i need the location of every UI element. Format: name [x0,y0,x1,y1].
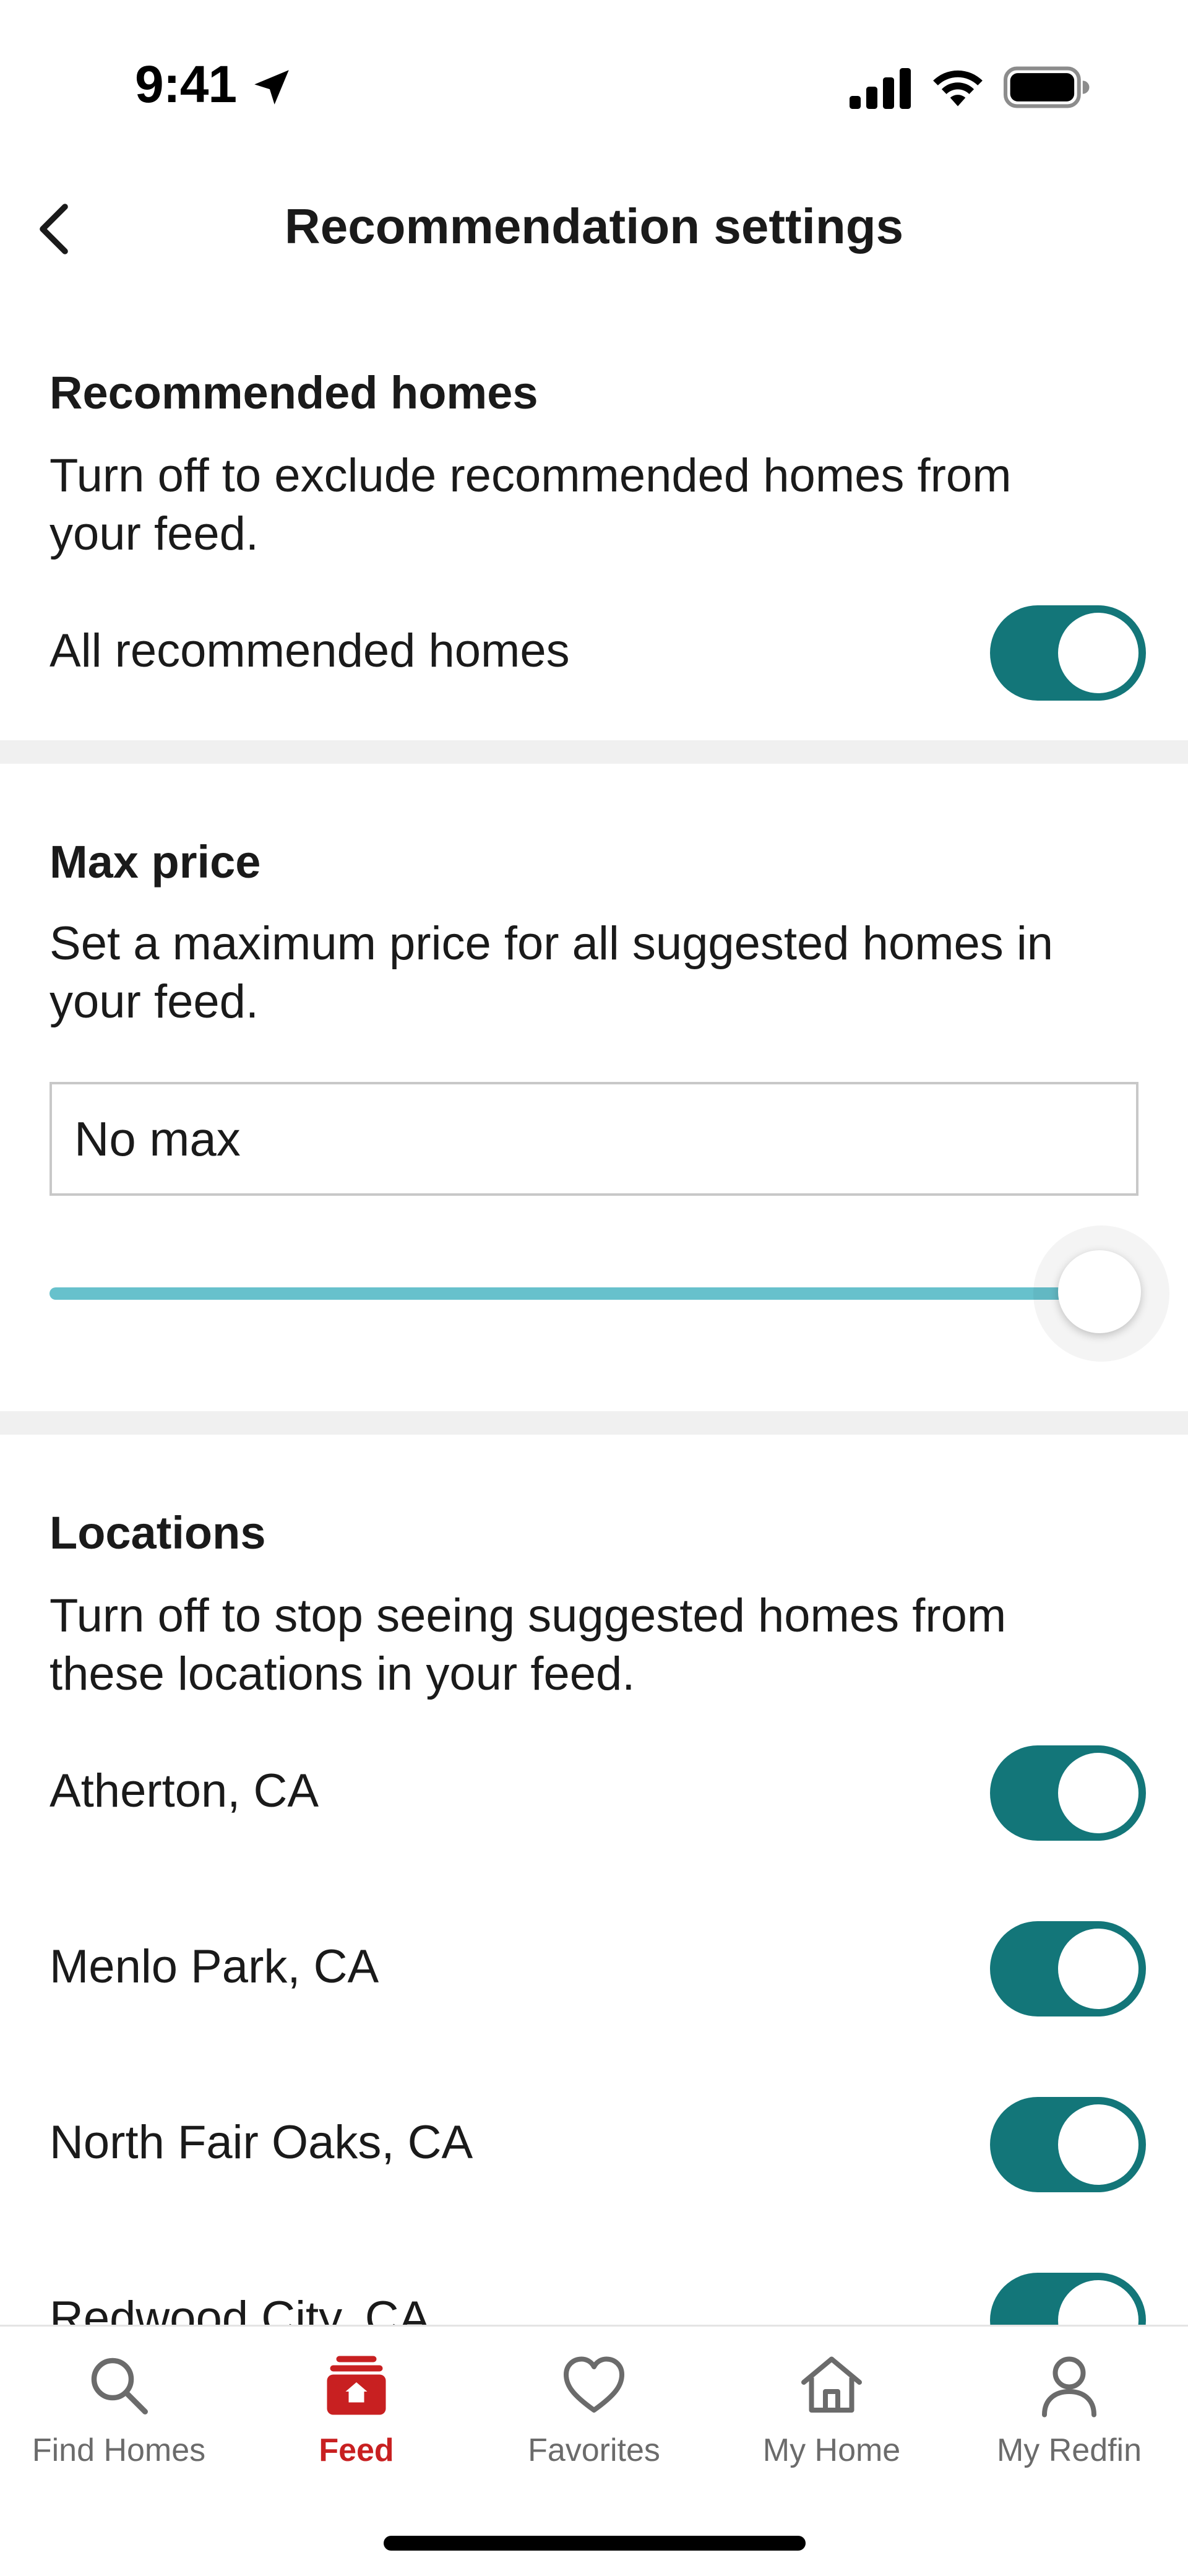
location-toggle-north-fair-oaks[interactable] [990,2097,1146,2192]
status-time: 9:41 [135,55,237,113]
toggle-knob [1058,2104,1138,2185]
toggle-knob [1058,613,1138,693]
wifi-icon [933,70,983,106]
status-bar: 9:41 [0,0,1188,161]
location-label: Atherton, CA [50,1765,319,1817]
heart-icon [564,2356,624,2413]
toggle-knob [1058,1929,1138,2009]
toggle-knob [1058,1753,1138,1833]
max-price-input[interactable] [50,1082,1138,1196]
recommended-homes-heading: Recommended homes [50,367,538,418]
page-title: Recommendation settings [284,199,904,254]
max-price-description: Set a maximum price for all suggested ho… [50,917,1054,1028]
location-label: Menlo Park, CA [50,1940,379,1993]
location-toggle-menlo-park[interactable] [990,1921,1146,2016]
tab-find-homes[interactable]: Find Homes [0,2351,238,2494]
house-icon [801,2356,862,2413]
tab-feed[interactable]: Feed [238,2351,475,2494]
location-toggle-atherton[interactable] [990,1745,1146,1841]
home-indicator[interactable] [384,2536,806,2551]
locations-description: Turn off to stop seeing suggested homes … [50,1589,1007,1700]
tab-label: Feed [319,2432,394,2468]
person-icon [1042,2356,1096,2418]
max-price-slider-track[interactable] [50,1287,1101,1300]
section-divider [0,740,1188,764]
location-arrow-icon [254,70,289,105]
locations-heading: Locations [50,1507,266,1558]
battery-icon [1004,66,1090,108]
max-price-heading: Max price [50,836,261,888]
max-price-slider-thumb[interactable] [1058,1250,1141,1333]
feed-icon [327,2356,386,2415]
all-recommended-homes-toggle[interactable] [990,605,1146,701]
recommendation-settings-screen: 9:41 Recommendation settings Recommended… [0,0,1188,2576]
tab-label: Favorites [528,2432,660,2468]
tab-label: Find Homes [32,2432,206,2468]
tab-label: My Redfin [996,2432,1142,2468]
all-recommended-homes-label: All recommended homes [50,625,570,677]
tab-favorites[interactable]: Favorites [475,2351,713,2494]
section-divider [0,1411,1188,1435]
location-label: North Fair Oaks, CA [50,2116,473,2169]
tab-my-redfin[interactable]: My Redfin [950,2351,1188,2494]
navigation-bar: Recommendation settings [0,167,1188,291]
bottom-tab-bar: Find Homes Feed Favorites My Home My Red… [0,2325,1188,2576]
tab-label: My Home [762,2432,901,2468]
cellular-signal-icon [850,68,911,109]
tab-my-home[interactable]: My Home [713,2351,950,2494]
recommended-homes-description: Turn off to exclude recommended homes fr… [50,449,1012,560]
search-icon [91,2358,148,2414]
